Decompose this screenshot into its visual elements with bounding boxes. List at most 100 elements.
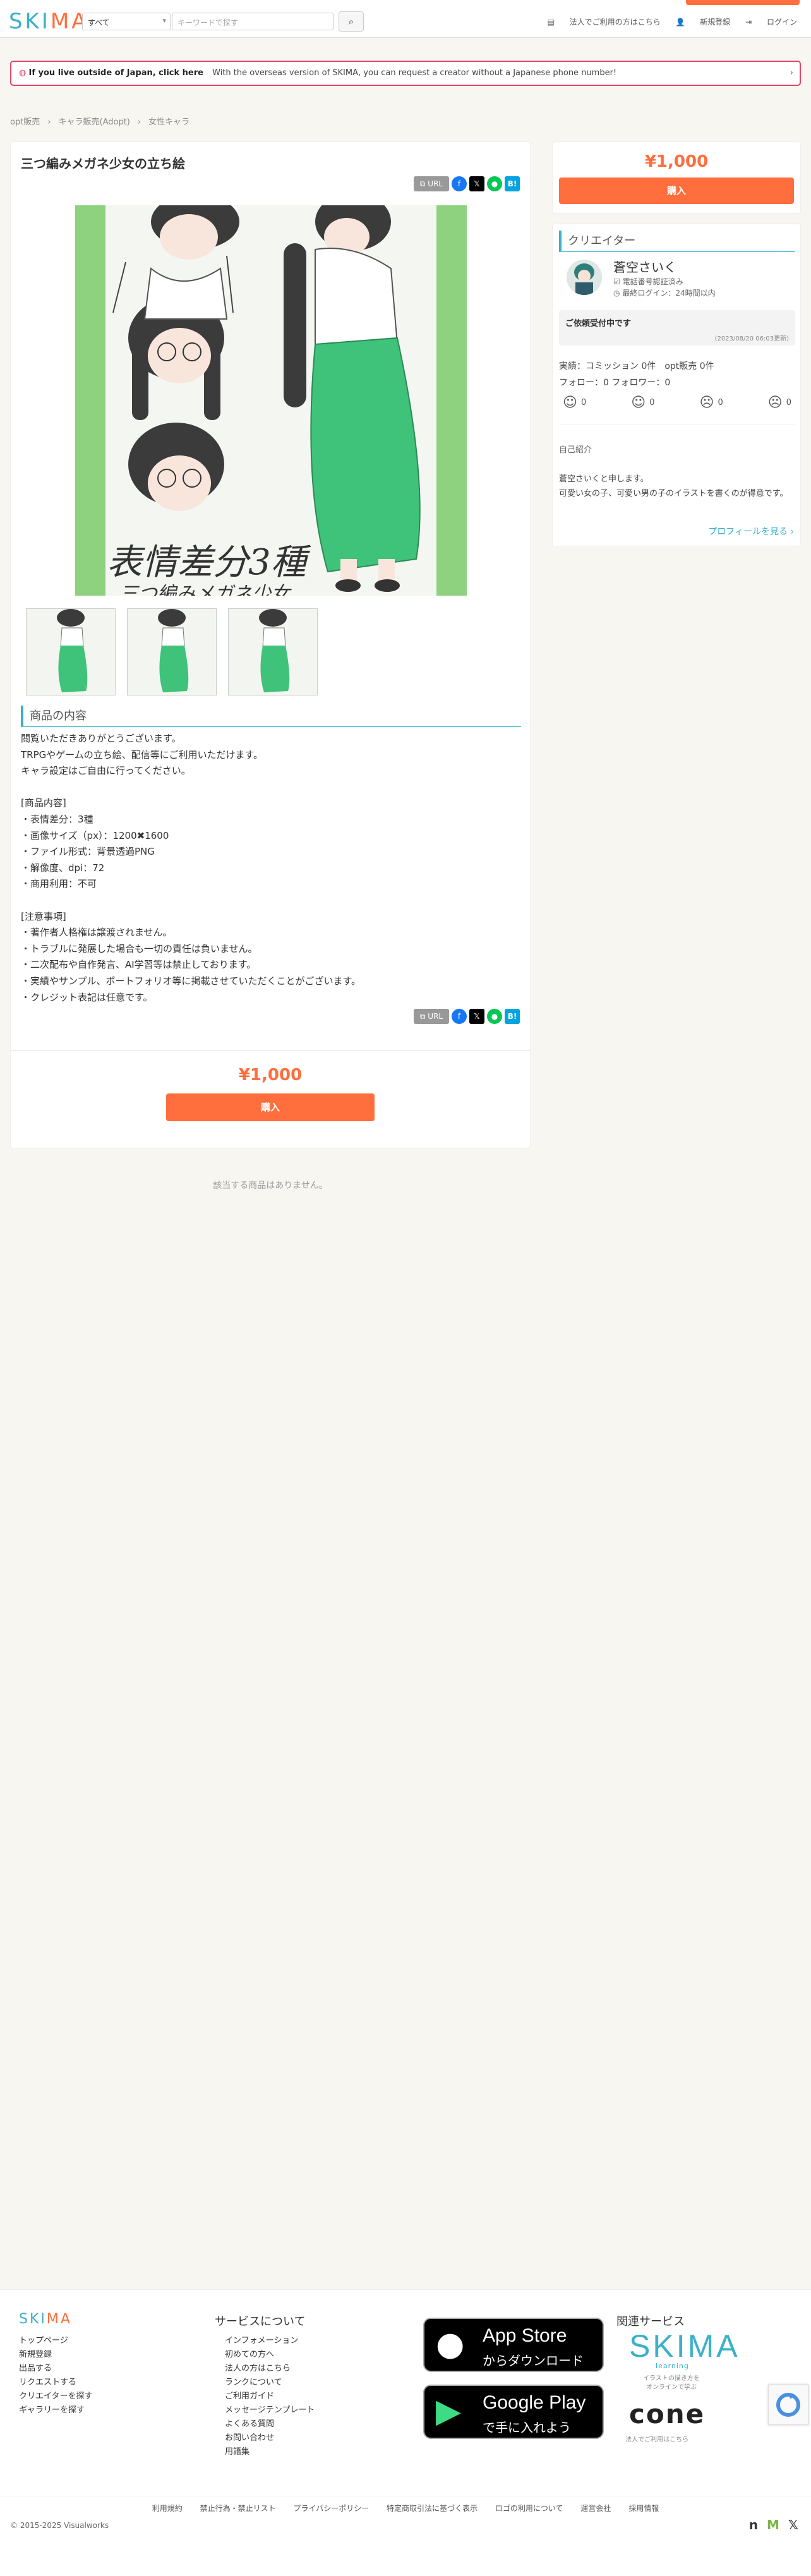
price-box: ¥1,000 購入 xyxy=(552,141,801,214)
recaptcha-icon xyxy=(776,2393,800,2417)
footer-logo[interactable]: SKIMA xyxy=(19,2311,72,2327)
footer-link[interactable]: 法人の方はこちら xyxy=(225,2362,315,2376)
footer-link[interactable]: リクエストする xyxy=(19,2376,92,2390)
category-select[interactable]: すべて ▾ xyxy=(82,13,171,30)
site-logo[interactable]: SKIMA xyxy=(9,9,89,34)
footer-legal-link[interactable]: 運営会社 xyxy=(580,2504,611,2513)
footer-link[interactable]: 用語集 xyxy=(225,2445,315,2459)
creator-intro: 自己紹介 蒼空さいくと申します。 可愛い女の子、可愛い男の子のイラストを書くのが… xyxy=(559,424,795,516)
x-icon[interactable]: 𝕏 xyxy=(469,176,484,191)
register-link-label: 新規登録 xyxy=(700,18,731,27)
cone-logo[interactable]: cone xyxy=(629,2398,705,2429)
phone-verified: ☑ 電話番号認証済み xyxy=(613,276,683,287)
copyright: © 2015-2025 Visualworks xyxy=(10,2521,109,2530)
footer-link[interactable]: ランクについて xyxy=(225,2376,315,2390)
footer-link[interactable]: よくある質問 xyxy=(225,2417,315,2431)
footer-link[interactable]: インフォメーション xyxy=(225,2334,315,2348)
cone-caption: 法人でご利用はこちら xyxy=(625,2436,688,2443)
thumbnail-3[interactable] xyxy=(228,608,318,695)
corporate-link-label: 法人でご利用の方はこちら xyxy=(569,18,661,27)
thumbnail-1[interactable] xyxy=(26,608,116,695)
profile-link[interactable]: プロフィールを見る › xyxy=(708,525,794,538)
breadcrumb-item-opt[interactable]: opt販売 xyxy=(10,117,40,127)
medibang-icon[interactable]: M xyxy=(767,2517,779,2532)
rating-neutral: ☹ 0 xyxy=(700,395,723,411)
thumbnail-image xyxy=(128,609,216,695)
section-title-contents: 商品の内容 xyxy=(21,706,521,727)
skima-learning-caption: イラストの描き方を オンラインで学ぶ xyxy=(643,2375,700,2391)
top-nav-strip xyxy=(0,0,811,5)
hatena-bookmark-icon[interactable]: B! xyxy=(505,176,520,191)
footer-legal-link[interactable]: ロゴの利用について xyxy=(495,2504,563,2513)
creator-box: クリエイター 蒼空さいく ☑ 電話番号認証済み ◷ 最終ログイン：24時間以内 … xyxy=(552,224,801,547)
footer-legal-link[interactable]: 採用情報 xyxy=(628,2504,659,2513)
search-input[interactable]: キーワードで探す xyxy=(172,13,333,30)
share-url-label: URL xyxy=(428,1012,443,1021)
related-services-title: 関連サービス xyxy=(616,2315,685,2328)
content-face-icon: ☺ xyxy=(631,395,646,411)
breadcrumb-sep: › xyxy=(47,117,51,127)
creator-achievements: 実績：コミッション 0件 opt販売 0件 xyxy=(559,361,714,371)
rating-list: ☺ 0 ☺ 0 ☹ 0 ☹ 0 xyxy=(559,395,795,411)
register-link[interactable]: 👤 新規登録 xyxy=(676,18,731,27)
creator-heading: クリエイター xyxy=(559,231,795,252)
facebook-icon[interactable]: f xyxy=(452,176,467,191)
line-icon[interactable]: ● xyxy=(487,1009,502,1024)
product-price-bottom: ¥1,000 xyxy=(238,1066,303,1085)
share-url-button[interactable]: ⧉ URL xyxy=(414,176,449,191)
corporate-link[interactable]: ▤ 法人でご利用の方はこちら xyxy=(548,18,661,27)
avatar[interactable] xyxy=(567,260,602,295)
recaptcha-badge[interactable] xyxy=(768,2385,808,2425)
footer-legal-links: 利用規約 禁止行為・禁止リスト プライバシーポリシー 特定商取引法に基づく表示 … xyxy=(0,2496,811,2513)
facebook-icon[interactable]: f xyxy=(452,1009,467,1024)
apple-icon: ● xyxy=(436,2325,465,2363)
search-button[interactable]: ⌕ xyxy=(339,11,364,32)
footer-legal-link[interactable]: プライバシーポリシー xyxy=(293,2504,369,2513)
skima-learning-logo[interactable]: SKIMA xyxy=(629,2328,740,2364)
category-select-value: すべて xyxy=(88,18,110,27)
google-play-badge[interactable]: ▶ Google Play で手に入れよう xyxy=(423,2385,604,2439)
creator-name[interactable]: 蒼空さいく xyxy=(613,257,676,275)
neutral-face-icon: ☹ xyxy=(699,395,714,411)
footer-legal-link[interactable]: 利用規約 xyxy=(152,2504,183,2513)
top-cta-button[interactable] xyxy=(686,0,800,5)
footer-link[interactable]: お問い合わせ xyxy=(225,2431,315,2445)
overseas-banner[interactable]: ◍ If you live outside of Japan, click he… xyxy=(10,61,801,86)
share-buttons-bottom: ⧉ URL f 𝕏 ● B! xyxy=(414,1009,520,1024)
footer-link[interactable]: 出品する xyxy=(19,2362,92,2376)
buy-button[interactable]: 購入 xyxy=(559,178,794,204)
breadcrumb-item-female[interactable]: 女性キャラ xyxy=(148,117,189,127)
buy-button-bottom[interactable]: 購入 xyxy=(166,1093,375,1121)
share-url-button[interactable]: ⧉ URL xyxy=(414,1009,449,1024)
rating-good: ☺ 0 xyxy=(631,395,654,411)
services-title: サービスについて xyxy=(215,2315,306,2328)
footer-link[interactable]: ギャラリーを探す xyxy=(19,2404,92,2417)
footer-nav-main: トップページ 新規登録 出品する リクエストする クリエイターを探す ギャラリー… xyxy=(19,2334,92,2417)
footer-legal-link[interactable]: 特定商取引法に基づく表示 xyxy=(387,2504,478,2513)
breadcrumb: opt販売 › キャラ販売(Adopt) › 女性キャラ xyxy=(10,115,189,127)
footer-link[interactable]: クリエイターを探す xyxy=(19,2390,92,2404)
product-main-image[interactable]: 表情差分3種 三つ編みメガネ少女 xyxy=(75,205,467,596)
footer-legal-link[interactable]: 禁止行為・禁止リスト xyxy=(200,2504,276,2513)
hatena-bookmark-icon[interactable]: B! xyxy=(505,1009,520,1024)
thumbnail-2[interactable] xyxy=(127,608,217,695)
phone-icon: ☑ xyxy=(613,277,620,286)
note-icon[interactable]: n xyxy=(749,2517,758,2532)
accepting-status: ご依頼受付中です (2023/08/20 06:03更新) xyxy=(559,310,795,346)
login-link[interactable]: ⇥ ログイン xyxy=(745,18,797,27)
chevron-right-icon: › xyxy=(790,68,793,78)
footer-link[interactable]: ご利用ガイド xyxy=(225,2390,315,2404)
breadcrumb-sep: › xyxy=(137,117,141,127)
footer-link[interactable]: 新規登録 xyxy=(19,2348,92,2362)
breadcrumb-item-adopt[interactable]: キャラ販売(Adopt) xyxy=(59,117,130,127)
footer-link[interactable]: トップページ xyxy=(19,2334,92,2348)
line-icon[interactable]: ● xyxy=(487,176,502,191)
footer-link[interactable]: 初めての方へ xyxy=(225,2348,315,2362)
image-subcaption: 三つ編みメガネ少女 xyxy=(119,583,290,596)
x-icon[interactable]: 𝕏 xyxy=(469,1009,484,1024)
x-icon[interactable]: 𝕏 xyxy=(788,2517,798,2532)
globe-icon: ◍ xyxy=(19,68,27,78)
footer-link[interactable]: メッセージテンプレート xyxy=(225,2404,315,2417)
clock-icon: ◷ xyxy=(613,289,620,298)
app-store-badge[interactable]: ● App Store からダウンロード xyxy=(423,2318,604,2372)
